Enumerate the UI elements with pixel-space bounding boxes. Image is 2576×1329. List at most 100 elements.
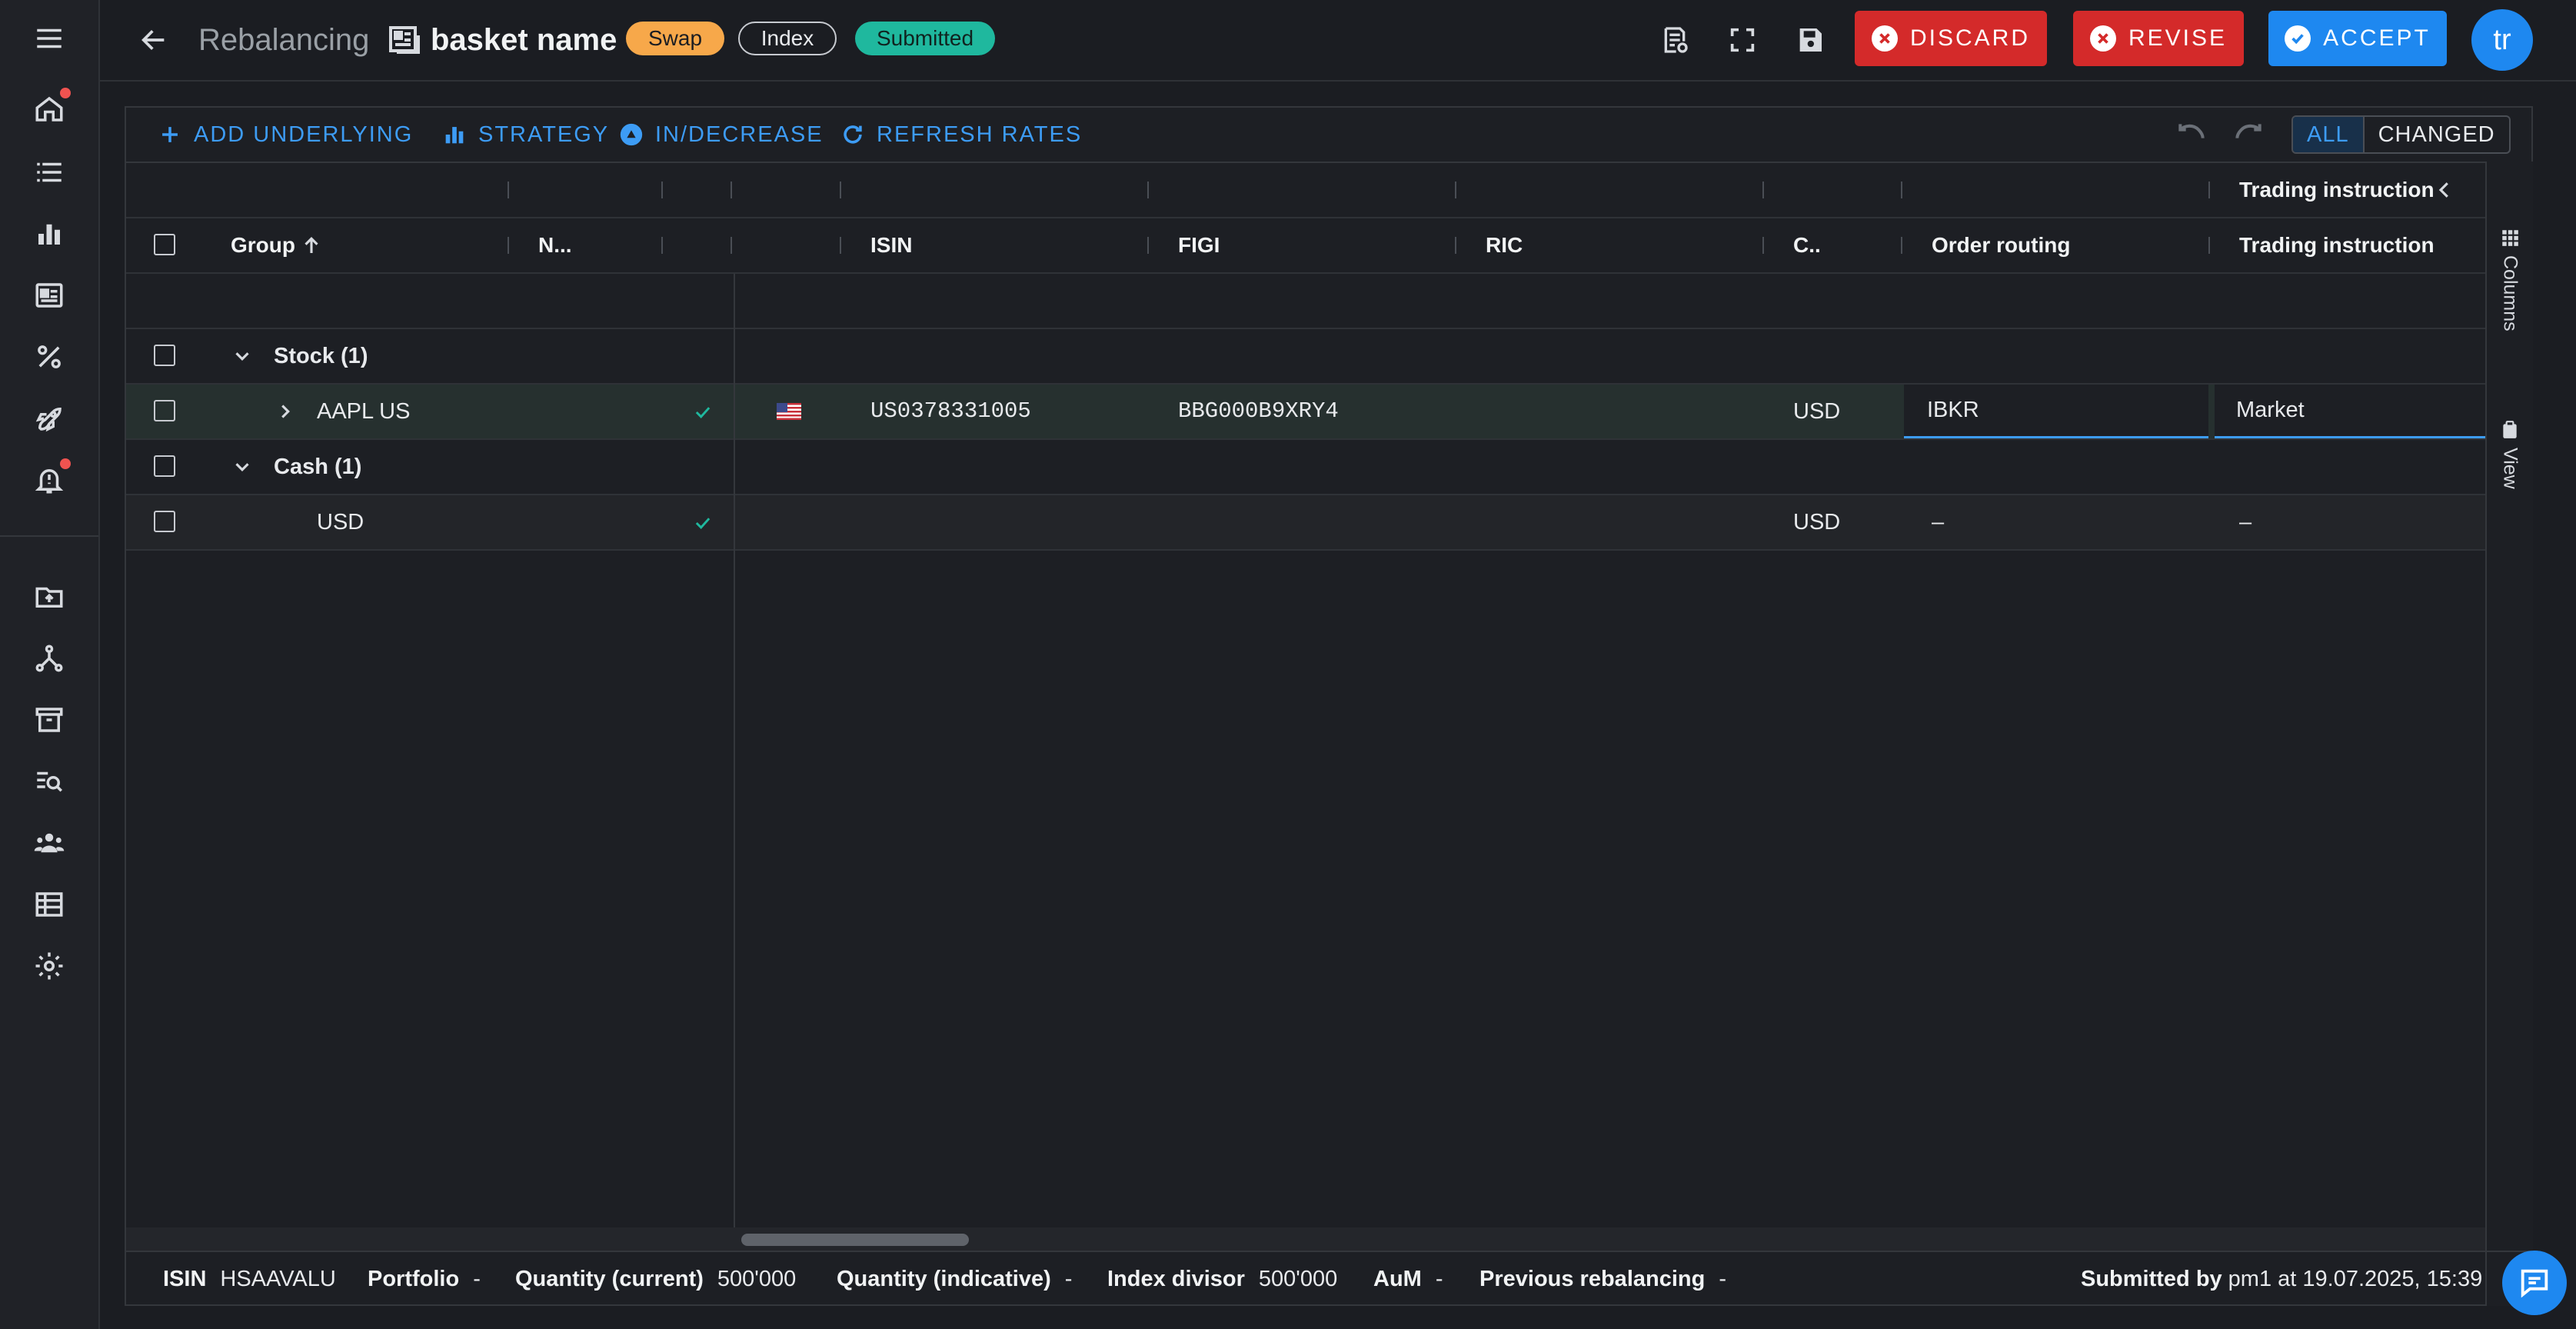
bar-chart-icon — [445, 127, 464, 144]
footer-submitted-by: Submitted by pm1 at 19.07.2025, 15:39 — [2081, 1267, 2483, 1291]
in-decrease-button[interactable]: IN/DECREASE — [618, 118, 824, 151]
scale-circle-icon — [620, 123, 643, 146]
column-divider — [2208, 182, 2210, 198]
row-name: AAPL US — [317, 399, 411, 424]
column-header-currency[interactable]: C.. — [1793, 218, 1821, 272]
gear-icon[interactable] — [29, 946, 69, 986]
trading-instruction-group-header[interactable]: Trading instruction — [2239, 163, 2435, 217]
column-header-ric[interactable]: RIC — [1486, 218, 1523, 272]
column-header-group[interactable]: Group — [231, 218, 295, 272]
basket-document-icon — [386, 22, 423, 58]
chevron-down-icon[interactable] — [231, 455, 254, 478]
column-divider — [840, 237, 841, 254]
check-icon — [692, 401, 714, 423]
trading-instruction-value: Market — [2236, 398, 2305, 422]
row-checkbox[interactable] — [154, 511, 175, 532]
chevron-right-icon[interactable] — [274, 400, 297, 423]
column-header-order-routing[interactable]: Order routing — [1932, 218, 2070, 272]
close-circle-icon — [1871, 25, 1898, 52]
status-footer: ISIN HSAAVALU Portfolio - Quantity (curren… — [126, 1251, 2531, 1306]
chat-bubble-button[interactable] — [2502, 1251, 2567, 1315]
group-label-cash: Cash (1) — [274, 455, 362, 479]
row-isin: US0378331005 — [870, 398, 1031, 424]
footer-previous-rebalancing: Previous rebalancing - — [1479, 1267, 1726, 1291]
column-header-figi[interactable]: FIGI — [1178, 218, 1220, 272]
table-row[interactable]: AAPL US US0378331005 BBG000B9XRY4 USD IB… — [126, 385, 2485, 440]
column-divider — [661, 182, 663, 198]
column-header-isin[interactable]: ISIN — [870, 218, 912, 272]
people-icon[interactable] — [29, 823, 69, 863]
rebalancing-grid-panel: ADD UNDERLYING STRATEGY IN/DECREASE REFR… — [125, 106, 2533, 1306]
column-divider — [508, 182, 509, 198]
accept-button[interactable]: ACCEPT — [2268, 11, 2447, 66]
list-icon[interactable] — [29, 152, 69, 192]
upload-folder-icon[interactable] — [29, 577, 69, 617]
footer-isin: ISIN HSAAVALU — [163, 1267, 336, 1291]
group-row-cash[interactable]: Cash (1) — [126, 440, 2485, 495]
add-underlying-button[interactable]: ADD UNDERLYING — [157, 118, 413, 151]
filter-all-button[interactable]: ALL — [2293, 117, 2365, 152]
filter-changed-button[interactable]: CHANGED — [2365, 117, 2509, 152]
trading-instruction-input[interactable]: Market — [2215, 385, 2485, 438]
horizontal-scrollbar[interactable] — [126, 1227, 2485, 1251]
row-order-routing: – — [1932, 510, 1945, 535]
scrollbar-thumb[interactable] — [741, 1234, 969, 1246]
discard-button[interactable]: DISCARD — [1855, 11, 2047, 66]
undo-icon[interactable] — [2175, 118, 2208, 152]
column-divider — [731, 182, 732, 198]
check-circle-icon — [2285, 25, 2311, 52]
row-checkbox[interactable] — [154, 455, 175, 477]
column-divider — [1147, 237, 1149, 254]
check-icon — [692, 512, 714, 534]
fullscreen-icon[interactable] — [1722, 20, 1762, 60]
group-row-stock[interactable]: Stock (1) — [126, 329, 2485, 385]
archive-icon[interactable] — [29, 700, 69, 740]
select-all-checkbox[interactable] — [154, 234, 175, 255]
rail-divider — [0, 535, 98, 537]
notification-dot — [60, 458, 71, 469]
revise-button[interactable]: REVISE — [2073, 11, 2244, 66]
menu-icon[interactable] — [29, 18, 69, 58]
save-icon[interactable] — [1790, 20, 1830, 60]
column-divider — [840, 182, 841, 198]
row-currency: USD — [1793, 510, 1841, 535]
table-icon[interactable] — [29, 884, 69, 924]
column-divider — [1455, 182, 1456, 198]
newspaper-icon[interactable] — [29, 275, 69, 315]
clipboard-icon — [2503, 421, 2517, 438]
bar-chart-icon[interactable] — [29, 214, 69, 254]
row-checkbox[interactable] — [154, 345, 175, 366]
document-settings-icon[interactable] — [1655, 20, 1695, 60]
column-header-trading-instruction[interactable]: Trading instruction — [2239, 218, 2435, 272]
strategy-button[interactable]: STRATEGY — [441, 118, 609, 151]
breadcrumb-parent[interactable]: Rebalancing — [198, 20, 369, 60]
grid-icon — [2502, 230, 2518, 246]
chevron-down-icon[interactable] — [231, 345, 254, 368]
home-icon[interactable] — [29, 88, 71, 129]
avatar[interactable]: tr — [2471, 9, 2533, 71]
footer-aum: AuM - — [1373, 1267, 1443, 1291]
columns-tab[interactable]: Columns — [2494, 228, 2525, 331]
redo-icon[interactable] — [2232, 118, 2265, 152]
column-divider — [1762, 182, 1764, 198]
chevron-left-icon[interactable] — [2433, 178, 2456, 202]
page-header: Rebalancing basket name Swap Index Submi… — [100, 0, 2576, 82]
sort-ascending-icon[interactable] — [300, 234, 323, 257]
footer-portfolio: Portfolio - — [368, 1267, 481, 1291]
network-icon[interactable] — [29, 638, 69, 678]
row-checkbox[interactable] — [154, 400, 175, 421]
back-arrow-icon[interactable] — [134, 20, 174, 60]
rocket-icon[interactable] — [29, 398, 69, 438]
plus-icon — [162, 127, 178, 142]
refresh-rates-button[interactable]: REFRESH RATES — [840, 118, 1082, 151]
bell-icon[interactable] — [29, 458, 71, 500]
order-routing-input[interactable]: IBKR — [1904, 385, 2208, 438]
column-header-name[interactable]: N... — [538, 218, 572, 272]
index-badge: Index — [738, 22, 837, 55]
discard-label: DISCARD — [1909, 25, 2030, 51]
percent-icon[interactable] — [29, 337, 69, 377]
side-panel-tabs: Columns View — [2485, 162, 2533, 1306]
view-tab[interactable]: View — [2494, 420, 2525, 489]
table-row[interactable]: USD USD – – — [126, 495, 2485, 551]
search-list-icon[interactable] — [29, 761, 69, 801]
